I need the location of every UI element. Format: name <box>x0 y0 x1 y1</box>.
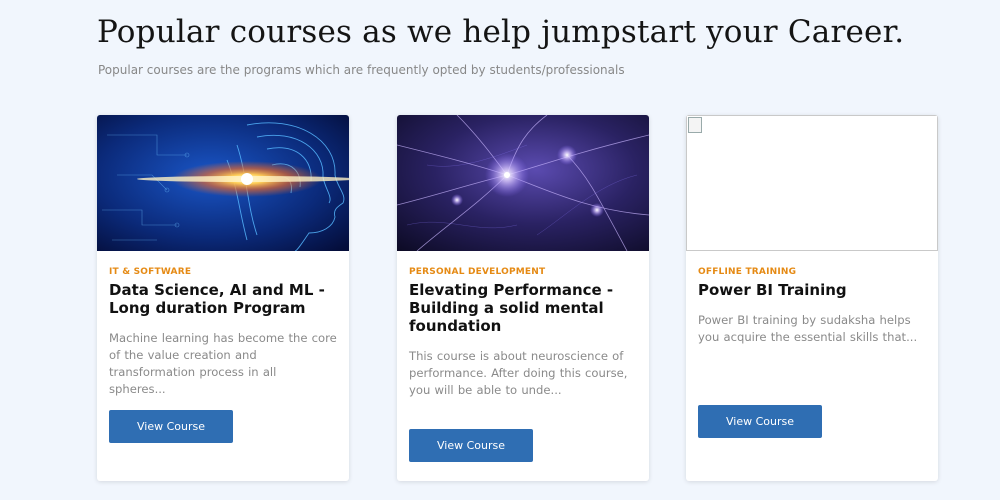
ai-head-illustration <box>97 115 349 251</box>
course-title[interactable]: Elevating Performance - Building a solid… <box>409 281 637 335</box>
view-course-button[interactable]: View Course <box>109 410 233 443</box>
course-description: This course is about neuroscience of per… <box>409 349 628 397</box>
course-card[interactable]: OFFLINE TRAINING Power BI Training Power… <box>686 115 938 481</box>
page-subtitle: Popular courses are the programs which a… <box>98 63 625 77</box>
view-course-button[interactable]: View Course <box>409 429 533 462</box>
view-course-button[interactable]: View Course <box>698 405 822 438</box>
course-title[interactable]: Data Science, AI and ML - Long duration … <box>109 281 337 317</box>
course-image-ai[interactable] <box>97 115 349 251</box>
course-category: IT & SOFTWARE <box>109 267 192 277</box>
broken-image <box>686 115 938 251</box>
course-card[interactable]: PERSONAL DEVELOPMENT Elevating Performan… <box>397 115 649 481</box>
page-title: Popular courses as we help jumpstart you… <box>97 14 905 50</box>
broken-image-icon <box>688 117 702 133</box>
course-description: Machine learning has become the core of … <box>109 331 337 396</box>
course-category: OFFLINE TRAINING <box>698 267 797 277</box>
course-title[interactable]: Power BI Training <box>698 281 926 299</box>
course-description: Power BI training by sudaksha helps you … <box>698 313 918 344</box>
course-image-neural[interactable] <box>397 115 649 251</box>
course-image-powerbi[interactable] <box>686 115 938 251</box>
neural-network-illustration <box>397 115 649 251</box>
course-card[interactable]: IT & SOFTWARE Data Science, AI and ML - … <box>97 115 349 481</box>
course-category: PERSONAL DEVELOPMENT <box>409 267 546 277</box>
